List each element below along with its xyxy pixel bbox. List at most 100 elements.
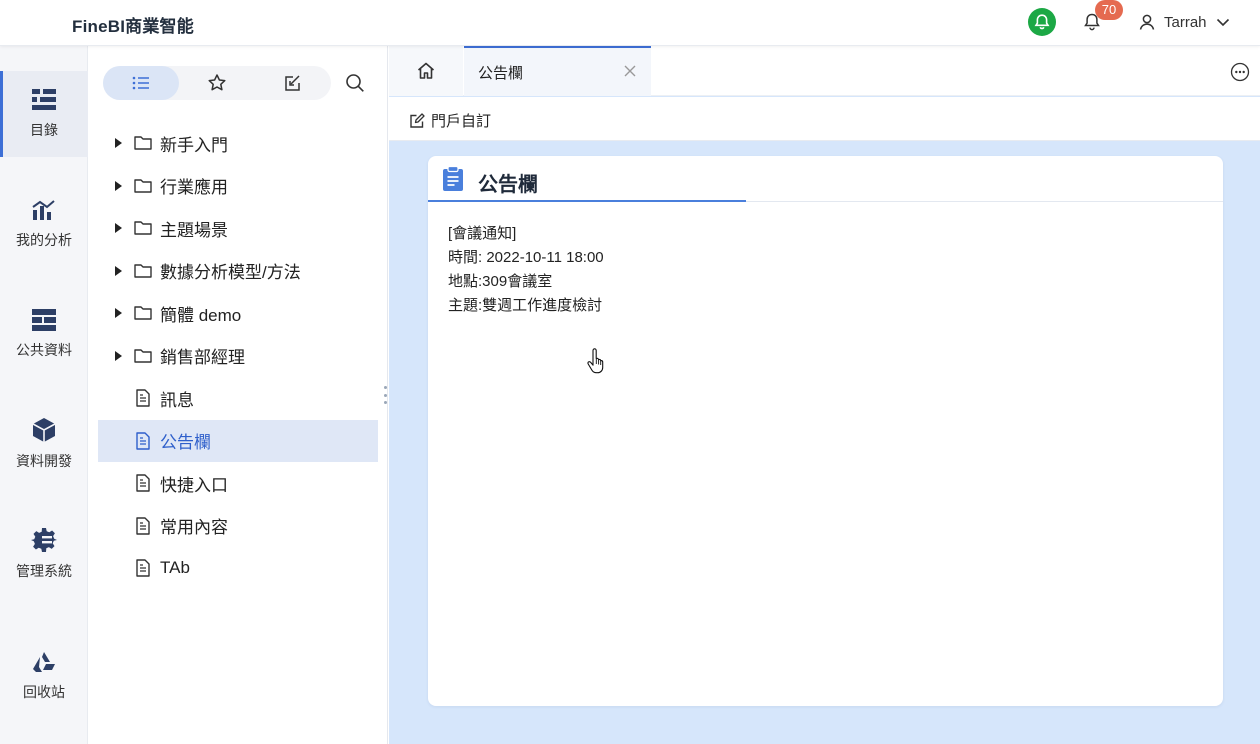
- brand-logo-text[interactable]: FineBI商業智能: [72, 12, 194, 37]
- tree-file[interactable]: 常用內容: [98, 505, 378, 548]
- directory-view-tabs: [103, 66, 331, 100]
- nav-item-public-data[interactable]: 公共資料: [0, 291, 88, 377]
- clipboard-icon: [443, 166, 463, 191]
- document-icon: [134, 389, 152, 407]
- directory-tree: 新手入門 行業應用 主題場景 數據分析模型/方法 簡體 demo 銷售部經理 訊…: [98, 122, 378, 590]
- tab-edit[interactable]: [255, 66, 331, 100]
- folder-icon: [134, 304, 152, 322]
- title-underline: [428, 200, 746, 202]
- recycle-bin-icon: [33, 652, 55, 672]
- tree-item-label: 訊息: [160, 390, 194, 410]
- folder-icon: [134, 347, 152, 365]
- customize-label: 門戶自訂: [431, 113, 492, 130]
- data-dev-cube-icon: [32, 418, 56, 442]
- nav-label: 公共資料: [16, 342, 72, 358]
- tab-favorites[interactable]: [179, 66, 255, 100]
- tree-item-label: 常用內容: [160, 518, 228, 538]
- directory-panel: 新手入門 行業應用 主題場景 數據分析模型/方法 簡體 demo 銷售部經理 訊…: [88, 46, 388, 744]
- bulletin-line: 時間: 2022-10-11 18:00: [448, 249, 604, 266]
- document-icon: [134, 559, 152, 577]
- tab-home[interactable]: [389, 46, 463, 96]
- bulletin-line: 地點:309會議室: [448, 273, 553, 290]
- caret-right-icon[interactable]: [115, 138, 122, 149]
- tree-file[interactable]: 快捷入口: [98, 462, 378, 505]
- nav-label: 目錄: [30, 122, 58, 138]
- folder-icon: [134, 262, 152, 280]
- top-header: FineBI商業智能 70 Tarrah: [0, 0, 1260, 46]
- user-menu[interactable]: Tarrah: [1138, 11, 1231, 33]
- tree-folder[interactable]: 行業應用: [98, 165, 378, 208]
- tree-folder[interactable]: 新手入門: [98, 122, 378, 165]
- hand-cursor-icon: [587, 348, 604, 374]
- directory-search-button[interactable]: [344, 72, 366, 94]
- tab-bulletin-board[interactable]: 公告欄: [464, 46, 651, 96]
- caret-right-icon[interactable]: [115, 180, 122, 191]
- tree-folder[interactable]: 銷售部經理: [98, 335, 378, 378]
- analysis-chart-icon: [32, 200, 55, 220]
- caret-right-icon[interactable]: [115, 223, 122, 234]
- edit-icon: [410, 112, 425, 128]
- tree-file[interactable]: 訊息: [98, 377, 378, 420]
- message-bell-icon[interactable]: [1028, 8, 1056, 36]
- tree-item-label: 簡體 demo: [160, 305, 242, 325]
- folder-icon: [134, 177, 152, 195]
- document-icon: [134, 474, 152, 492]
- folder-icon: [134, 219, 152, 237]
- chevron-down-icon: [1216, 18, 1229, 27]
- search-icon: [346, 74, 364, 92]
- caret-right-icon[interactable]: [115, 350, 122, 361]
- tree-file-selected[interactable]: 公告欄: [98, 419, 378, 462]
- tab-label: 公告欄: [478, 64, 524, 82]
- caret-right-icon[interactable]: [115, 265, 122, 276]
- nav-item-my-analysis[interactable]: 我的分析: [0, 181, 88, 267]
- nav-item-recycle-bin[interactable]: 回收站: [0, 633, 88, 719]
- list-icon: [132, 76, 149, 90]
- more-options-icon[interactable]: [1230, 62, 1250, 82]
- nav-label: 管理系統: [16, 563, 72, 579]
- portal-customize-button[interactable]: 門戶自訂: [409, 110, 491, 131]
- directory-icon: [32, 89, 56, 110]
- tab-bar: 公告欄: [389, 46, 1260, 96]
- portal-toolbar: 門戶自訂: [389, 97, 1260, 141]
- tree-item-label: 新手入門: [160, 135, 228, 155]
- bulletin-line: [會議通知]: [448, 225, 517, 242]
- public-data-icon: [32, 309, 56, 331]
- tree-folder[interactable]: 數據分析模型/方法: [98, 250, 378, 293]
- user-name: Tarrah: [1164, 13, 1207, 31]
- nav-item-directory[interactable]: 目錄: [0, 71, 88, 157]
- tree-item-label: 行業應用: [160, 178, 228, 198]
- edit-box-icon: [285, 75, 300, 91]
- card-body: [會議通知] 時間: 2022-10-11 18:00 地點:309會議室 主題…: [448, 222, 604, 318]
- tree-item-label: 公告欄: [160, 433, 211, 453]
- main-content: 公告欄 門戶自訂 公告欄 [會議通知] 時間: 2022-10-11 18:00…: [389, 46, 1260, 744]
- tree-folder[interactable]: 主題場景: [98, 207, 378, 250]
- nav-label: 資料開發: [16, 453, 72, 469]
- nav-label: 回收站: [23, 684, 65, 700]
- tree-item-label: TAb: [160, 558, 190, 578]
- left-navigation: 目錄 我的分析 公共資料 資料開發 管理系統 回收站: [0, 46, 88, 744]
- user-icon: [1139, 14, 1155, 30]
- tree-item-label: 數據分析模型/方法: [160, 263, 301, 283]
- nav-label: 我的分析: [16, 232, 72, 248]
- document-icon: [134, 432, 152, 450]
- nav-item-data-dev[interactable]: 資料開發: [0, 401, 88, 487]
- gear-admin-icon: [31, 528, 57, 552]
- card-title: 公告欄: [478, 174, 538, 196]
- tree-item-label: 銷售部經理: [160, 348, 245, 368]
- close-icon[interactable]: [623, 64, 637, 78]
- nav-item-admin[interactable]: 管理系統: [0, 511, 88, 597]
- card-header: 公告欄: [428, 156, 1223, 202]
- home-icon: [417, 62, 435, 79]
- caret-right-icon[interactable]: [115, 308, 122, 319]
- star-icon: [208, 74, 226, 91]
- notification-count-badge: 70: [1095, 0, 1123, 20]
- tree-item-label: 主題場景: [160, 220, 228, 240]
- bulletin-line: 主題:雙週工作進度檢討: [448, 297, 603, 314]
- tree-folder[interactable]: 簡體 demo: [98, 292, 378, 335]
- tree-item-label: 快捷入口: [160, 475, 228, 495]
- document-icon: [134, 517, 152, 535]
- tree-file[interactable]: TAb: [98, 547, 378, 590]
- tab-directory-list[interactable]: [103, 66, 179, 100]
- folder-icon: [134, 134, 152, 152]
- bulletin-card: 公告欄 [會議通知] 時間: 2022-10-11 18:00 地點:309會議…: [428, 156, 1223, 706]
